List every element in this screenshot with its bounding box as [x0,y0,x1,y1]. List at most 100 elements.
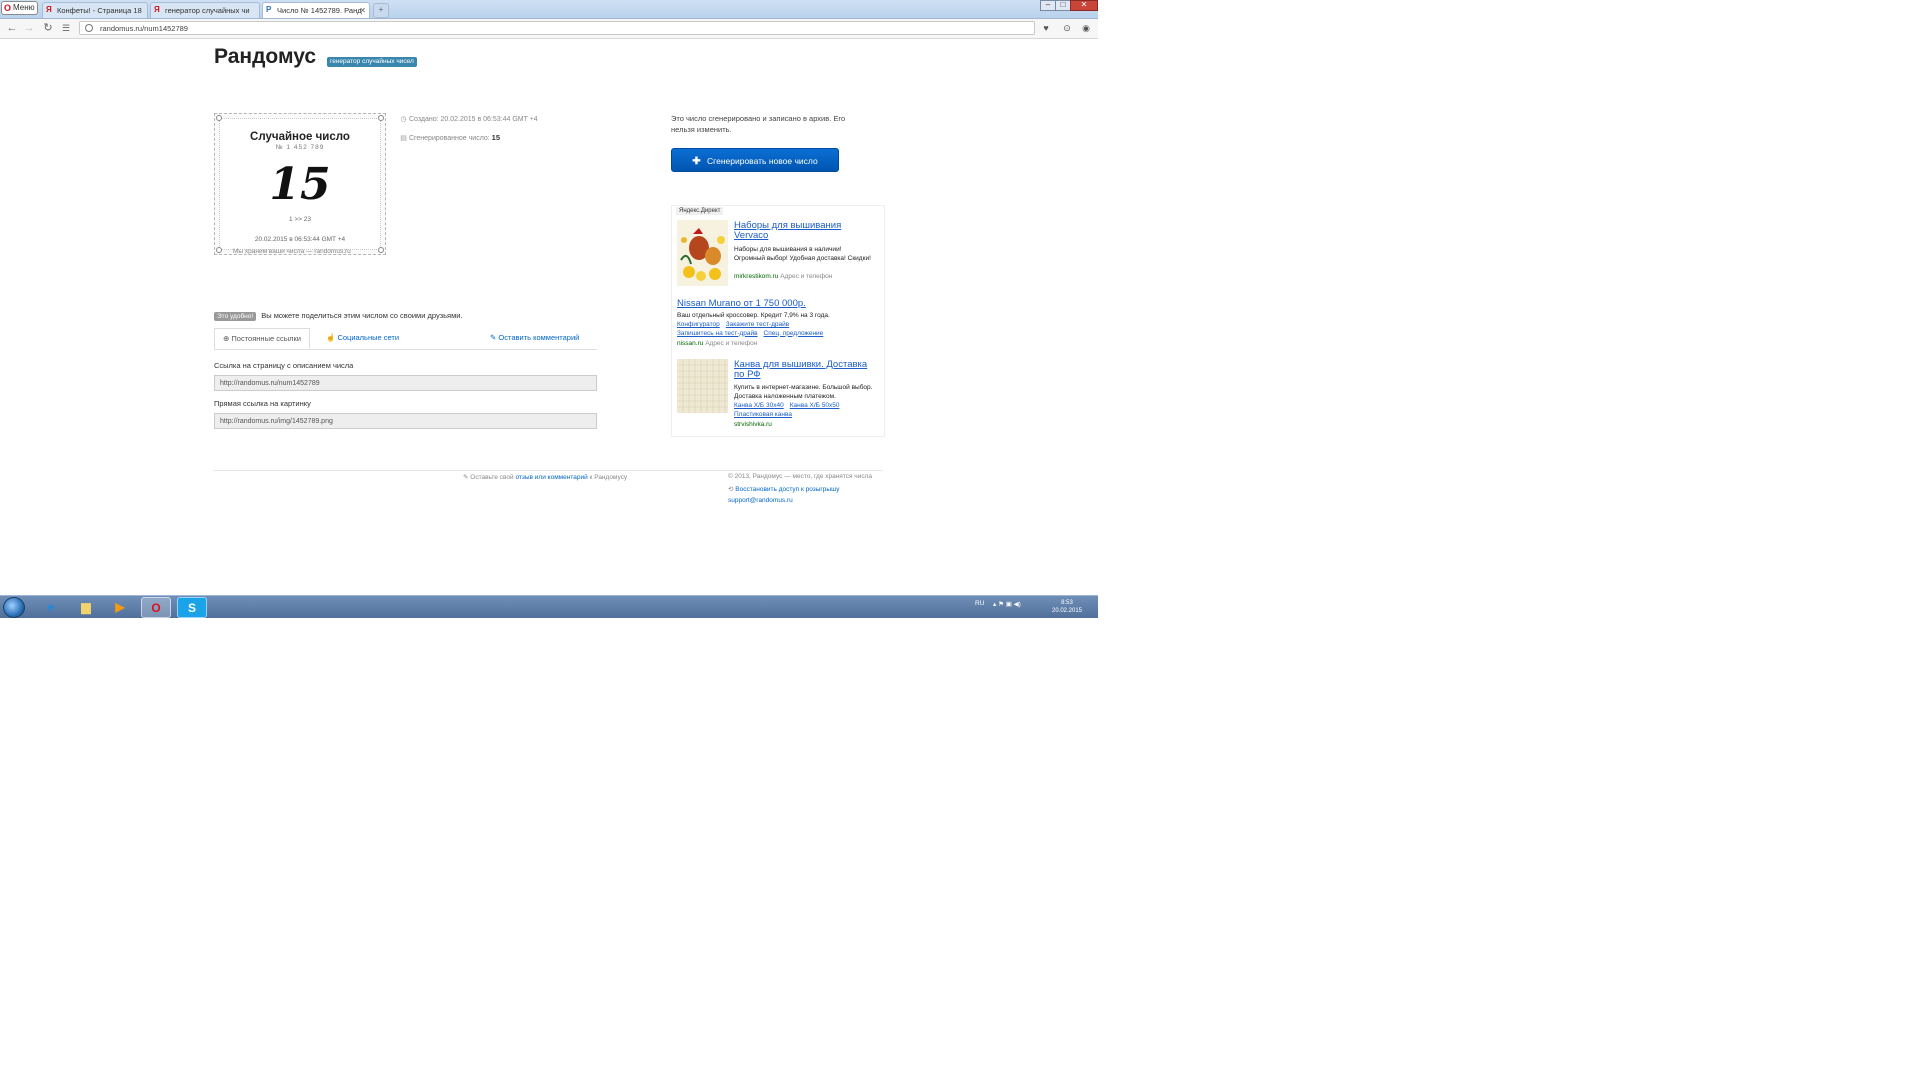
globe-icon: ⊕ [223,334,230,343]
skype-icon[interactable]: S [177,597,207,618]
tab-number[interactable]: Р Число № 1452789. Ранд ✕ [262,2,370,18]
ad-extra-text[interactable]: Адрес и телефон [780,273,832,280]
footer-feedback: ✎ Оставьте свой отзыв или комментарий к … [463,473,627,481]
tab-label: генератор случайных чи [165,6,250,15]
image-icon: ▤ [400,135,407,142]
url-text: randomus.ru/num1452789 [100,24,188,33]
tab-label: Число № 1452789. Ранд [277,6,362,15]
ad-body-canvas: Купить в интернет-магазине. Большой выбо… [734,384,873,400]
opera-taskbar-icon[interactable]: O [141,597,171,618]
ad-extra-text[interactable]: Адрес и телефон [705,340,757,347]
forward-icon[interactable]: → [22,22,36,34]
minimize-button[interactable]: – [1040,0,1056,11]
embroidery-chickens-image[interactable] [677,220,728,286]
opera-menu-button[interactable]: O Меню [1,1,38,15]
globe-icon [85,24,93,32]
ad-sitelink[interactable]: Канва Х/Б 50х50 [790,402,840,409]
ad-links-canvas: Канва Х/Б 30х40 Канва Х/Б 50х50 Пластиков… [734,402,879,419]
share-text: Вы можете поделиться этим числом со свои… [261,311,463,320]
ad-sitelink[interactable]: Закажите тест-драйв [726,321,789,328]
image-link-label: Прямая ссылка на картинку [214,399,311,408]
tab-konfety[interactable]: Я Конфеты! - Страница 18 [42,2,148,18]
share-tabs: ⊕ Постоянные ссылки ☝ Социальные сети ✎ … [214,328,597,350]
clock-date: 20.02.2015 [1051,608,1083,614]
reload-icon[interactable]: ↻ [41,22,55,34]
ad-sitelink[interactable]: Запишитесь на тест-драйв [677,330,758,337]
tab-generator[interactable]: Я генератор случайных чи [150,2,260,18]
maximize-button[interactable]: □ [1055,0,1071,11]
ad-host-text[interactable]: nissan.ru [677,340,703,347]
card-footer: Мы храним ваши числа — randomus.ru [233,248,351,255]
start-button[interactable] [3,597,25,618]
thumbs-up-icon: ☝ [326,333,336,342]
support-email-link[interactable]: support@randomus.ru [728,497,793,504]
leave-comment-link[interactable]: ✎ Оставить комментарий [482,328,587,348]
explorer-folder-icon[interactable]: ▆ [71,597,101,618]
bookmark-heart-icon[interactable]: ♥ [1040,22,1052,34]
restore-icon: ⟲ [728,486,734,493]
tray-icons[interactable]: ▴ ⚑ ▣ ◀) [993,600,1021,608]
archive-info: Это число сгенерировано и записано в арх… [671,114,846,134]
footer-copyright: © 2013, Рандомус — место, где хранятся ч… [728,473,872,480]
ad-body-nissan: Ваш отдельный кроссовер. Кредит 7,9% на … [677,312,830,319]
created-text: Создано: 20.02.2015 в 06:53:44 GMT +4 [408,116,538,123]
randomus-favicon-icon: Р [266,5,272,14]
ad-label: Яндекс.Директ [676,207,724,215]
page-link-field[interactable]: http://randomus.ru/num1452789 [214,375,597,391]
ad-sitelink[interactable]: Конфигуратор [677,321,720,328]
site-badge: генератор случайных чисел [327,57,417,67]
opera-logo-icon: O [4,3,12,13]
feedback-link[interactable]: отзыв или комментарий [515,474,587,481]
ie-icon[interactable]: e [36,597,66,618]
url-field[interactable]: randomus.ru/num1452789 [79,21,1035,35]
footer-email: support@randomus.ru [728,497,793,504]
ad-links-nissan: Конфигуратор Закажите тест-драйв Запишите… [677,321,877,338]
ad-host-text[interactable]: strvishivka.ru [734,421,772,428]
ad-host-text[interactable]: mirkrestikom.ru [734,273,778,280]
language-indicator[interactable]: RU [975,600,984,607]
yandex-favicon-icon: Я [46,5,52,14]
image-link-field[interactable]: http://randomus.ru/img/1452789.png [214,413,597,429]
yandex-favicon-icon: Я [154,5,160,14]
card-date: 20.02.2015 в 06:53:44 GMT +4 [254,236,346,243]
tab-label: Постоянные ссылки [231,334,301,343]
page-link-label: Ссылка на страницу с описанием числа [214,361,354,370]
tab-bar: O Меню Я Конфеты! - Страница 18 Я генера… [0,0,1098,19]
ad-host-nissan: nissan.ru Адрес и телефон [677,340,757,347]
media-player-icon[interactable]: ▶ [105,597,135,618]
ad-sitelink[interactable]: Пластиковая канва [734,411,792,418]
back-icon[interactable]: ← [5,22,19,34]
share-row: Это удобно! Вы можете поделиться этим чи… [214,311,463,321]
ad-title-nissan[interactable]: Nissan Murano от 1 750 000р. [677,299,877,309]
canvas-fabric-image[interactable] [677,359,728,413]
convenient-badge: Это удобно! [214,312,257,321]
site-title[interactable]: Рандомус [214,45,316,69]
ad-sitelink[interactable]: Спец. предложение [764,330,824,337]
download-icon[interactable]: ⊙ [1061,22,1073,34]
tab-social-networks[interactable]: ☝ Социальные сети [318,328,407,348]
clock-time: 8:53 [1061,600,1073,606]
generated-label: Сгенерированное число: [408,135,490,142]
card-value: 15 [269,159,331,210]
new-tab-button[interactable]: + [373,3,389,18]
close-window-button[interactable]: ✕ [1070,0,1098,11]
generate-new-button[interactable]: ✚ Сгенерировать новое число [671,148,839,172]
tab-permanent-links[interactable]: ⊕ Постоянные ссылки [214,328,310,349]
card-range: 1 >> 23 [288,216,312,223]
ad-title-canvas[interactable]: Канва для вышивки. Доставка по РФ [734,360,874,380]
comment-label: Оставить комментарий [498,333,580,342]
taskbar-clock[interactable]: 8:53 20.02.2015 [1050,599,1084,615]
card-number-id: № 1 452 789 [275,144,325,151]
meta-generated: ▤ Сгенерированное число: 15 [400,133,500,142]
account-icon[interactable]: ◉ [1080,22,1092,34]
address-bar: ← → ↻ ☰ randomus.ru/num1452789 ♥ ⊙ ◉ [0,19,1098,39]
tab-label: Конфеты! - Страница 18 [57,6,142,15]
ad-title-vervaco[interactable]: Наборы для вышивания Vervaco [734,221,874,241]
plus-icon: ✚ [692,156,701,167]
speed-dial-icon[interactable]: ☰ [59,22,73,34]
ad-sitelink[interactable]: Канва Х/Б 30х40 [734,402,784,409]
card-inner: Случайное число № 1 452 789 15 1 >> 23 2… [219,118,381,250]
restore-link[interactable]: Восстановить доступ к розыгрышу [735,486,839,493]
pencil-icon: ✎ [490,333,497,342]
close-tab-icon[interactable]: ✕ [359,3,366,18]
